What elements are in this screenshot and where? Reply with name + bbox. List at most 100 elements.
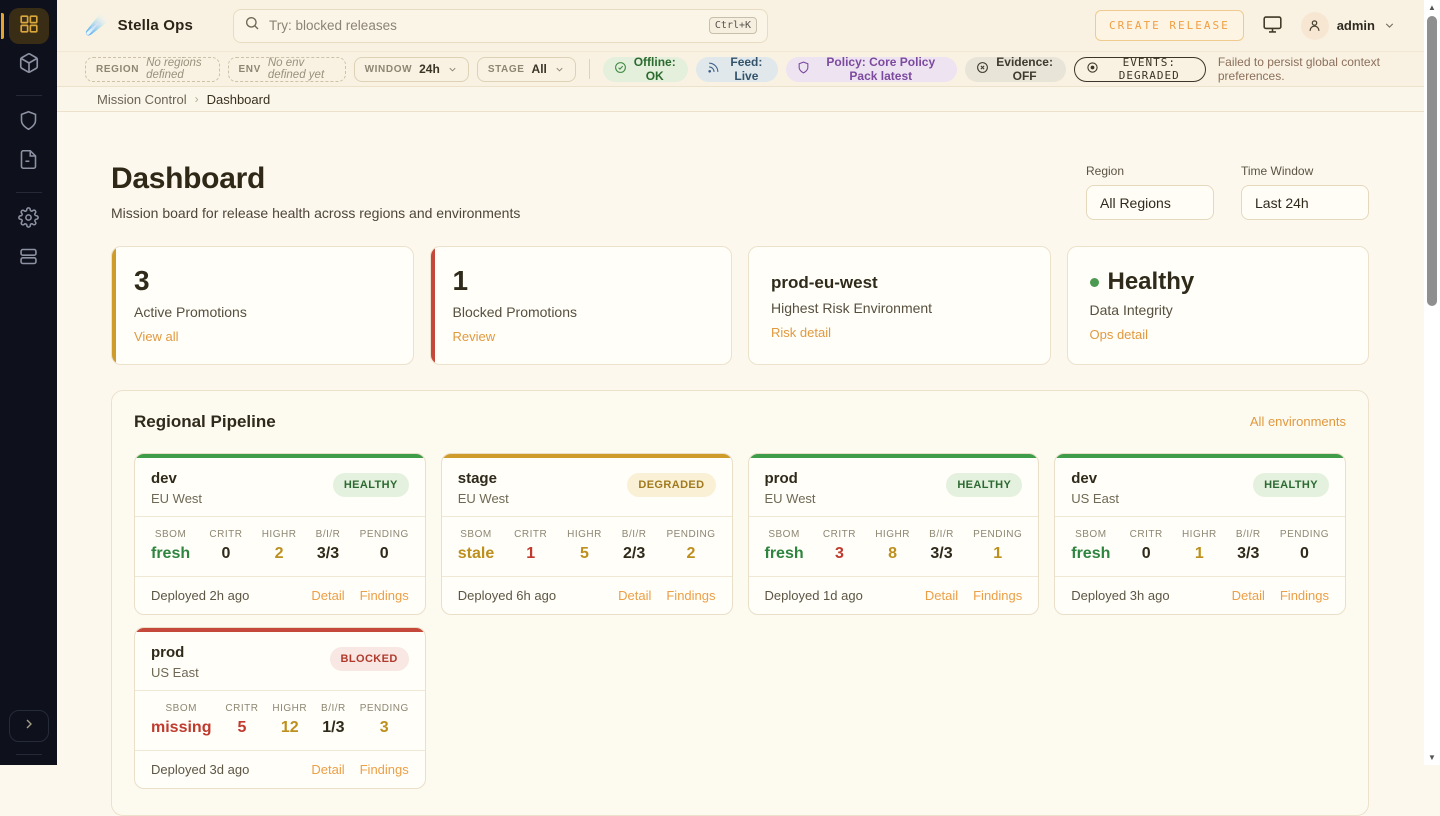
time-window-select[interactable]: Last 24h bbox=[1241, 185, 1369, 220]
sidebar-item-dashboard[interactable] bbox=[9, 8, 49, 44]
region-select[interactable]: All Regions bbox=[1086, 185, 1214, 220]
stat-header: B/I/R bbox=[929, 529, 954, 540]
env-filter[interactable]: ENV No env defined yet bbox=[228, 57, 346, 82]
view-all-link[interactable]: View all bbox=[134, 329, 179, 344]
regional-pipeline-title: Regional Pipeline bbox=[134, 412, 276, 432]
pipeline-card-dev-eu-west: dev EU West HEALTHY SBOMfresh CRITR0 HIG… bbox=[134, 453, 426, 615]
detail-link[interactable]: Detail bbox=[925, 588, 958, 603]
breadcrumb-mission-control[interactable]: Mission Control bbox=[97, 92, 187, 107]
region-name: EU West bbox=[458, 491, 509, 506]
active-promotions-label: Active Promotions bbox=[134, 304, 391, 320]
stat-header: HIGHR bbox=[1182, 529, 1217, 540]
global-search-input[interactable]: Try: blocked releases Ctrl+K bbox=[233, 9, 768, 43]
data-integrity-text: Healthy bbox=[1108, 269, 1195, 295]
check-circle-icon bbox=[614, 61, 627, 77]
stat-header: PENDING bbox=[1280, 529, 1329, 540]
env-name: dev bbox=[1071, 470, 1119, 487]
sidebar-divider bbox=[16, 754, 42, 755]
blocked-promotions-count: 1 bbox=[453, 266, 710, 297]
window-filter-value: 24h bbox=[419, 62, 440, 76]
stat-header: B/I/R bbox=[321, 703, 346, 714]
chevron-down-icon bbox=[554, 64, 565, 75]
findings-link[interactable]: Findings bbox=[360, 762, 409, 777]
policy-status-pill[interactable]: Policy: Core Policy Pack latest bbox=[786, 57, 957, 82]
avatar bbox=[1301, 12, 1329, 40]
stat-value: 3/3 bbox=[316, 545, 341, 563]
stat-value: 8 bbox=[875, 545, 910, 563]
stat-header: CRITR bbox=[1130, 529, 1163, 540]
sidebar-item-infrastructure[interactable] bbox=[9, 241, 49, 277]
stat-header: PENDING bbox=[360, 529, 409, 540]
vertical-scrollbar[interactable]: ▲ ▼ bbox=[1424, 0, 1440, 765]
detail-link[interactable]: Detail bbox=[1232, 588, 1265, 603]
env-name: prod bbox=[765, 470, 816, 487]
stage-filter[interactable]: STAGE All bbox=[477, 57, 576, 82]
offline-status-pill[interactable]: Offline: OK bbox=[603, 57, 688, 82]
summary-cards: 3 Active Promotions View all 1 Blocked P… bbox=[111, 246, 1369, 365]
time-window-select-value: Last 24h bbox=[1255, 195, 1309, 211]
detail-link[interactable]: Detail bbox=[311, 588, 344, 603]
scrollbar-thumb[interactable] bbox=[1427, 16, 1437, 306]
findings-link[interactable]: Findings bbox=[973, 588, 1022, 603]
display-mode-button[interactable] bbox=[1262, 14, 1283, 38]
time-window-select-label: Time Window bbox=[1241, 164, 1369, 178]
sidebar-item-settings[interactable] bbox=[9, 202, 49, 238]
main-content: Dashboard Mission board for release heal… bbox=[57, 112, 1424, 816]
sidebar-item-documents[interactable] bbox=[9, 144, 49, 180]
detail-link[interactable]: Detail bbox=[311, 762, 344, 777]
app-logo-icon: ☄️ bbox=[85, 16, 109, 35]
stat-value: 0 bbox=[209, 545, 242, 563]
active-promotions-card: 3 Active Promotions View all bbox=[111, 246, 414, 365]
stat-value: 0 bbox=[360, 545, 409, 563]
topbar: ☄️ Stella Ops Try: blocked releases Ctrl… bbox=[57, 0, 1424, 52]
stat-value: 0 bbox=[1280, 545, 1329, 563]
risk-detail-link[interactable]: Risk detail bbox=[771, 325, 831, 340]
scroll-up-arrow-icon[interactable]: ▲ bbox=[1424, 3, 1440, 12]
chevron-right-icon bbox=[21, 716, 37, 737]
policy-status-label: Policy: Core Policy Pack latest bbox=[816, 55, 946, 83]
stat-header: CRITR bbox=[514, 529, 547, 540]
region-name: US East bbox=[1071, 491, 1119, 506]
stat-header: CRITR bbox=[225, 703, 258, 714]
search-placeholder: Try: blocked releases bbox=[269, 18, 700, 33]
review-link[interactable]: Review bbox=[453, 329, 496, 344]
stat-header: SBOM bbox=[1071, 529, 1110, 540]
breadcrumb: Mission Control › Dashboard bbox=[57, 87, 1424, 112]
evidence-status-pill[interactable]: Evidence: OFF bbox=[965, 57, 1066, 82]
sidebar-item-releases[interactable] bbox=[9, 47, 49, 83]
ops-detail-link[interactable]: Ops detail bbox=[1090, 327, 1149, 342]
page-subtitle: Mission board for release health across … bbox=[111, 205, 520, 221]
app-title: Stella Ops bbox=[118, 17, 193, 34]
stat-value: fresh bbox=[1071, 545, 1110, 563]
rss-icon bbox=[707, 61, 720, 77]
stat-value: 2/3 bbox=[622, 545, 647, 563]
user-menu[interactable]: admin bbox=[1301, 12, 1396, 40]
events-status-pill[interactable]: EVENTS: DEGRADED bbox=[1074, 57, 1206, 82]
pipeline-grid: dev EU West HEALTHY SBOMfresh CRITR0 HIG… bbox=[134, 453, 1346, 789]
card-accent bbox=[112, 247, 116, 364]
findings-link[interactable]: Findings bbox=[360, 588, 409, 603]
sidebar-expand-button[interactable] bbox=[9, 710, 49, 742]
data-integrity-value: Healthy bbox=[1090, 266, 1347, 295]
feed-status-pill[interactable]: Feed: Live bbox=[696, 57, 778, 82]
region-filter-value: No regions defined bbox=[146, 57, 208, 81]
findings-link[interactable]: Findings bbox=[666, 588, 715, 603]
all-environments-link[interactable]: All environments bbox=[1250, 414, 1346, 429]
deployed-time: Deployed 6h ago bbox=[458, 588, 556, 603]
stat-header: SBOM bbox=[458, 529, 494, 540]
stat-value: 5 bbox=[225, 719, 258, 737]
findings-link[interactable]: Findings bbox=[1280, 588, 1329, 603]
stat-header: SBOM bbox=[151, 703, 211, 714]
detail-link[interactable]: Detail bbox=[618, 588, 651, 603]
stat-value: 0 bbox=[1130, 545, 1163, 563]
window-filter[interactable]: WINDOW 24h bbox=[354, 57, 469, 82]
events-status-label: EVENTS: DEGRADED bbox=[1105, 56, 1194, 82]
deployed-time: Deployed 1d ago bbox=[765, 588, 863, 603]
region-filter[interactable]: REGION No regions defined bbox=[85, 57, 220, 82]
sidebar-item-security[interactable] bbox=[9, 105, 49, 141]
package-icon bbox=[18, 52, 40, 79]
scroll-down-arrow-icon[interactable]: ▼ bbox=[1424, 753, 1440, 762]
stat-value: fresh bbox=[151, 545, 190, 563]
create-release-button[interactable]: CREATE RELEASE bbox=[1095, 10, 1244, 41]
stage-filter-label: STAGE bbox=[488, 64, 525, 75]
